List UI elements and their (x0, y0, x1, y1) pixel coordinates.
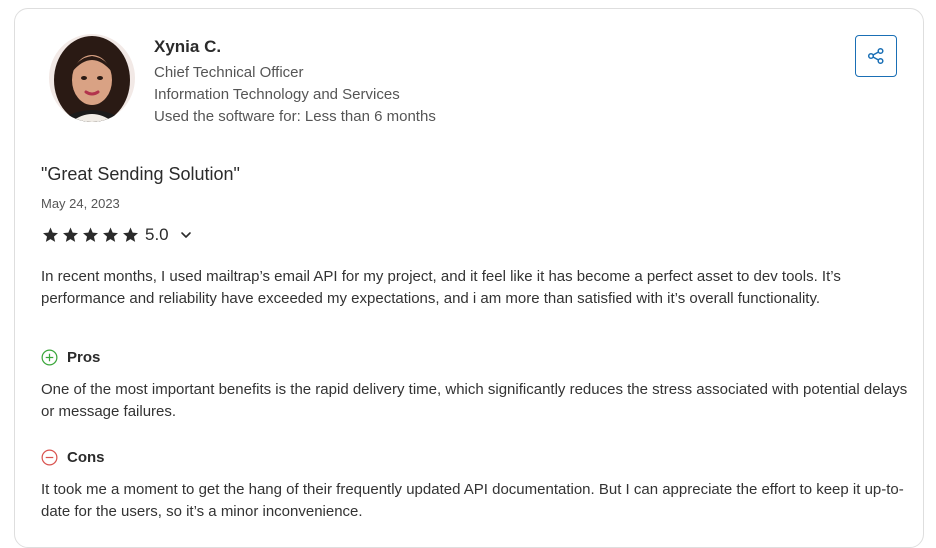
share-icon (867, 47, 884, 65)
rating-value: 5.0 (145, 225, 169, 244)
cons-label: Cons (67, 449, 105, 466)
review-date: May 24, 2023 (41, 196, 120, 211)
reviewer-name: Xynia C. (154, 37, 222, 56)
pros-label: Pros (67, 349, 101, 366)
review-card: Xynia C. Chief Technical Officer Informa… (14, 8, 924, 548)
plus-circle-icon (41, 349, 58, 366)
cons-header: Cons (41, 449, 105, 466)
star-icon (83, 227, 98, 242)
avatar (49, 34, 135, 122)
star-icon (63, 227, 78, 242)
star-icon (43, 227, 58, 242)
cons-text: It took me a moment to get the hang of t… (41, 481, 904, 520)
pros-header: Pros (41, 349, 100, 366)
star-icon (123, 227, 138, 242)
reviewer-usage: Used the software for: Less than 6 month… (154, 108, 436, 125)
review-title: "Great Sending Solution" (41, 164, 240, 184)
star-rating (41, 226, 140, 244)
chevron-down-icon (180, 232, 191, 238)
share-button[interactable] (855, 35, 897, 77)
minus-circle-icon (41, 449, 58, 466)
reviewer-role: Chief Technical Officer (154, 64, 304, 81)
pros-text: One of the most important benefits is th… (41, 381, 908, 420)
rating-breakdown-toggle[interactable] (180, 229, 192, 241)
reviewer-industry: Information Technology and Services (154, 86, 400, 103)
rating-row: 5.0 (41, 225, 192, 245)
review-summary: In recent months, I used mailtrap’s emai… (41, 268, 841, 307)
star-icon (103, 227, 118, 242)
